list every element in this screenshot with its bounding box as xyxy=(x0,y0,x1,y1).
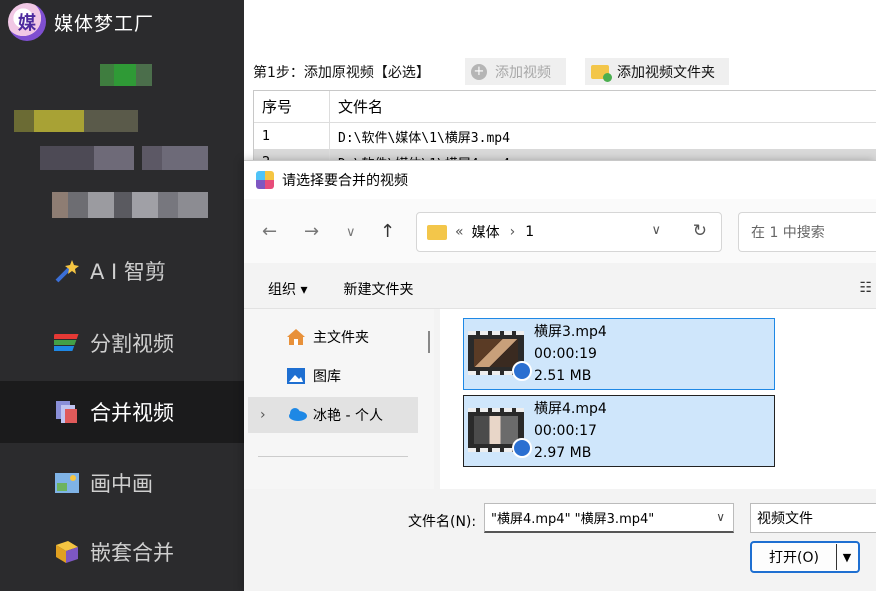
table-header: 序号 文件名 xyxy=(254,91,876,123)
sidebar-item-picture-in-picture[interactable]: 画中画 xyxy=(0,452,244,514)
picture-in-picture-icon xyxy=(54,470,80,496)
sidebar-item-ai-edit[interactable]: A I 智剪 xyxy=(0,240,244,302)
sidebar-item-split-video[interactable]: 分割视频 xyxy=(0,312,244,374)
filename-input[interactable]: "横屏4.mp4" "横屏3.mp4" ∨ xyxy=(484,503,734,533)
filetype-value: 视频文件 xyxy=(757,511,813,527)
sidebar-item-merge-video[interactable]: 合并视频 xyxy=(0,381,244,443)
column-header-index[interactable]: 序号 xyxy=(254,91,330,122)
file-view-pane: 横屏3.mp4 00:00:19 2.51 MB 横屏4.mp4 00:00:1… xyxy=(440,309,876,489)
column-header-filename[interactable]: 文件名 xyxy=(330,96,383,117)
dialog-titlebar[interactable]: 请选择要合并的视频 xyxy=(244,161,876,199)
file-name: 横屏3.mp4 xyxy=(534,324,607,340)
sidebar-item-label: A I 智剪 xyxy=(90,260,166,284)
sidebar: 媒 媒体梦工厂 A I 智剪 分割视频 合并视频 画中画 嵌套合并 xyxy=(0,0,244,591)
open-button-label: 打开(O) xyxy=(769,550,819,566)
file-size: 2.51 MB xyxy=(534,368,592,384)
nav-item-gallery[interactable]: 图库 xyxy=(248,358,418,394)
view-options-icon[interactable]: ☷ xyxy=(859,280,872,296)
filename-label: 文件名(N): xyxy=(408,514,477,530)
back-arrow-icon[interactable]: ← xyxy=(262,221,277,242)
dialog-command-bar: 组织 ▾ 新建文件夹 ☷ xyxy=(244,269,876,309)
video-badge-icon xyxy=(512,438,532,458)
split-video-icon xyxy=(48,330,80,356)
scrollbar[interactable] xyxy=(428,331,430,353)
search-input[interactable]: 在 1 中搜索 xyxy=(738,212,876,252)
nav-item-home[interactable]: 主文件夹 xyxy=(248,319,418,355)
sidebar-item-nested-merge[interactable]: 嵌套合并 xyxy=(0,521,244,583)
dialog-footer: 文件名(N): "横屏4.mp4" "横屏3.mp4" ∨ 视频文件 打开(O)… xyxy=(244,489,876,591)
file-list-table: 序号 文件名 1 D:\软件\媒体\1\横屏3.mp4 2 D:\软件\媒体\1… xyxy=(253,90,876,170)
recent-locations-chevron-icon[interactable]: ∨ xyxy=(346,225,356,240)
sidebar-item-label: 画中画 xyxy=(90,472,153,496)
file-name: 横屏4.mp4 xyxy=(534,401,607,417)
file-size: 2.97 MB xyxy=(534,445,592,461)
gallery-icon xyxy=(286,367,306,385)
nav-item-onedrive[interactable]: › 冰艳 - 个人 xyxy=(248,397,418,433)
nested-merge-icon xyxy=(54,539,80,565)
filetype-select[interactable]: 视频文件 xyxy=(750,503,876,533)
new-folder-button[interactable]: 新建文件夹 xyxy=(343,279,413,299)
table-cell-filename: D:\软件\媒体\1\横屏3.mp4 xyxy=(338,130,510,146)
blurred-region xyxy=(100,64,152,86)
blurred-region xyxy=(52,192,208,218)
open-file-dialog: 请选择要合并的视频 ← → ∨ ↑ « 媒体 › 1 ∨ ↻ 在 1 中搜索 组… xyxy=(244,160,876,591)
dialog-navbar: ← → ∨ ↑ « 媒体 › 1 ∨ ↻ 在 1 中搜索 xyxy=(244,199,876,263)
address-bar[interactable]: « 媒体 › 1 ∨ ↻ xyxy=(416,212,722,252)
nav-item-label: 图库 xyxy=(313,369,341,385)
file-details: 横屏3.mp4 00:00:19 2.51 MB xyxy=(534,321,607,387)
blurred-region xyxy=(40,146,208,170)
video-badge-icon xyxy=(512,361,532,381)
merge-video-icon xyxy=(54,399,80,425)
dialog-title: 请选择要合并的视频 xyxy=(282,173,408,189)
app-icon xyxy=(256,171,274,189)
divider xyxy=(258,456,408,457)
home-icon xyxy=(286,328,306,346)
navigation-pane: 主文件夹 图库 › 冰艳 - 个人 xyxy=(244,309,434,489)
nav-item-label: 主文件夹 xyxy=(313,330,369,346)
sidebar-item-label: 合并视频 xyxy=(90,401,174,425)
ai-wand-icon xyxy=(54,258,80,284)
breadcrumb-1[interactable]: 1 xyxy=(525,224,534,240)
add-video-label: 添加视频 xyxy=(495,64,551,81)
filename-value: "横屏4.mp4" "横屏3.mp4" xyxy=(491,512,655,527)
video-thumbnail xyxy=(468,331,532,381)
file-duration: 00:00:17 xyxy=(534,423,597,439)
folder-add-icon xyxy=(591,64,612,82)
open-dropdown-icon[interactable]: ▼ xyxy=(837,551,857,564)
chevron-down-icon[interactable]: ∨ xyxy=(716,510,725,524)
breadcrumb-media[interactable]: 媒体 xyxy=(472,222,500,242)
add-video-button[interactable]: + 添加视频 xyxy=(465,58,566,85)
blurred-region xyxy=(14,110,138,132)
step-label: 第1步：添加原视频【必选】 xyxy=(253,65,430,81)
file-tile[interactable]: 横屏4.mp4 00:00:17 2.97 MB xyxy=(463,395,775,467)
add-folder-label: 添加视频文件夹 xyxy=(617,64,715,81)
file-duration: 00:00:19 xyxy=(534,346,597,362)
app-logo: 媒 xyxy=(8,3,46,41)
expand-chevron-icon[interactable]: › xyxy=(260,407,266,423)
open-button[interactable]: 打开(O) ▼ xyxy=(750,541,860,573)
add-folder-button[interactable]: 添加视频文件夹 xyxy=(585,58,729,85)
chevron-down-icon[interactable]: ∨ xyxy=(651,223,661,238)
folder-icon xyxy=(427,224,447,240)
organize-menu-button[interactable]: 组织 ▾ xyxy=(268,279,307,299)
app-header: 媒 媒体梦工厂 xyxy=(0,0,244,44)
video-thumbnail xyxy=(468,408,532,458)
app-title: 媒体梦工厂 xyxy=(54,12,155,35)
breadcrumb-separator: › xyxy=(509,224,516,240)
refresh-icon[interactable]: ↻ xyxy=(693,221,707,241)
up-arrow-icon[interactable]: ↑ xyxy=(380,221,395,242)
table-row[interactable]: 1 D:\软件\媒体\1\横屏3.mp4 xyxy=(254,123,876,149)
nav-item-label: 冰艳 - 个人 xyxy=(313,408,383,424)
address-prefix: « xyxy=(455,224,464,240)
plus-icon: + xyxy=(471,63,487,80)
forward-arrow-icon[interactable]: → xyxy=(304,221,319,242)
file-tile[interactable]: 横屏3.mp4 00:00:19 2.51 MB xyxy=(463,318,775,390)
sidebar-item-label: 嵌套合并 xyxy=(90,541,174,565)
table-cell-index: 1 xyxy=(254,123,330,149)
sidebar-item-label: 分割视频 xyxy=(90,332,174,356)
file-details: 横屏4.mp4 00:00:17 2.97 MB xyxy=(534,398,607,464)
onedrive-cloud-icon xyxy=(286,406,307,424)
